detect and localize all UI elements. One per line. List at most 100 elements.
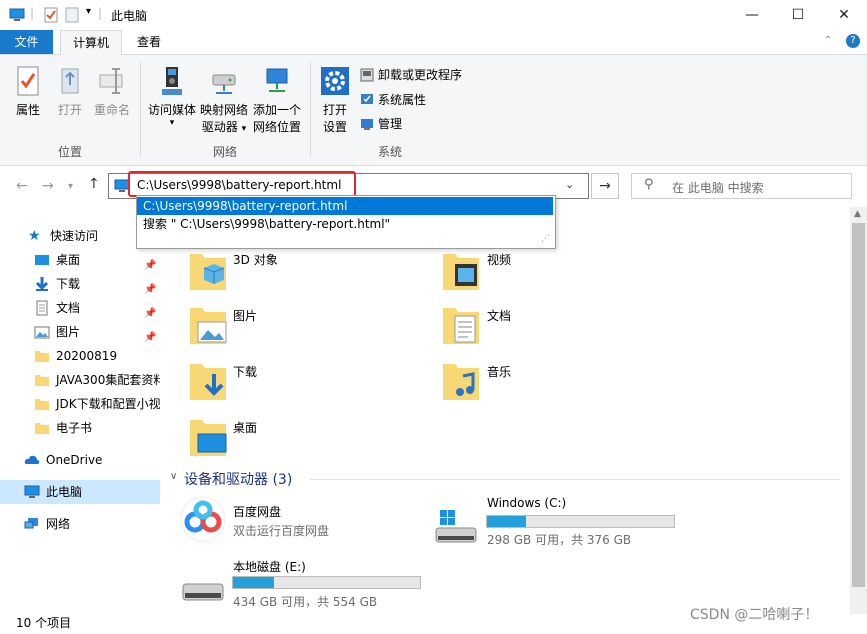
sidebar-label: 文档 <box>56 301 81 315</box>
resize-grip-icon[interactable]: ⋰ <box>541 234 550 244</box>
forward-arrow-icon[interactable]: → <box>42 178 54 194</box>
drive-c-usage-bar <box>486 515 675 528</box>
go-arrow-button[interactable]: → <box>591 173 619 199</box>
folder-label-music[interactable]: 音乐 <box>487 363 511 380</box>
baidu-netdisk-name[interactable]: 百度网盘 <box>233 503 281 520</box>
tab-computer[interactable]: 计算机 <box>60 30 123 56</box>
tab-view[interactable]: 查看 <box>125 30 173 54</box>
desktop-folder-icon[interactable] <box>188 416 228 458</box>
section-title-devices[interactable]: 设备和驱动器 (3) <box>184 469 292 489</box>
ribbon-body: 属性 打开 重命名 位置 访问媒体 ▾ 映射网络 驱动器 ▾ 添加一个 网络位置… <box>0 55 867 166</box>
manage-label: 管理 <box>378 117 403 131</box>
folder-label-desktop[interactable]: 桌面 <box>233 419 257 436</box>
scroll-up-icon[interactable]: ▲ <box>854 209 861 219</box>
ribbon-tabs: 文件 计算机 查看 ⌃ ? <box>0 30 867 56</box>
local-disk-icon[interactable] <box>180 570 226 606</box>
drive-c-name[interactable]: Windows (C:) <box>487 496 566 510</box>
new-folder-qa-icon[interactable] <box>64 7 80 23</box>
help-icon[interactable]: ? <box>846 34 860 48</box>
minimize-button[interactable]: — <box>729 0 775 30</box>
autocomplete-item-path[interactable]: C:\Users\9998\battery-report.html <box>137 197 553 215</box>
search-box[interactable]: ⚲ 在 此电脑 中搜索 <box>631 173 852 199</box>
folder-icon <box>35 351 49 362</box>
collapse-ribbon-icon[interactable]: ⌃ <box>824 35 832 46</box>
system-properties-label: 系统属性 <box>378 93 427 107</box>
sidebar-label: JAVA300集配套资料 <box>56 373 160 387</box>
drive-e-usage-bar <box>232 576 421 589</box>
system-properties-button[interactable]: 系统属性 <box>360 89 426 111</box>
maximize-button[interactable]: ☐ <box>775 0 821 30</box>
up-arrow-icon[interactable]: ↑ <box>88 176 100 192</box>
sidebar-item-pictures[interactable]: 图片 📌 <box>0 320 160 344</box>
folder-label-documents[interactable]: 文档 <box>487 307 511 324</box>
sidebar-item-downloads[interactable]: 下载 📌 <box>0 272 160 296</box>
open-settings-button[interactable]: 打开 设置 <box>316 65 354 136</box>
sidebar-label: 下载 <box>56 277 81 291</box>
manage-button[interactable]: 管理 <box>360 113 402 135</box>
map-drive-label-2: 驱动器 ▾ <box>198 119 250 138</box>
address-autocomplete-dropdown: C:\Users\9998\battery-report.html 搜索 " C… <box>136 195 556 249</box>
properties-qa-icon[interactable] <box>43 7 59 23</box>
windows-drive-icon[interactable] <box>434 506 478 546</box>
open-button[interactable]: 打开 <box>55 65 85 119</box>
add-network-location-button[interactable]: 添加一个 网络位置 <box>250 65 304 136</box>
rename-icon <box>99 68 123 94</box>
sidebar-item-folder-jdk[interactable]: JDK下载和配置小视 <box>0 392 160 416</box>
manage-icon <box>361 119 373 130</box>
sidebar-item-network[interactable]: 网络 <box>0 512 160 536</box>
map-network-drive-button[interactable]: 映射网络 驱动器 ▾ <box>198 65 250 138</box>
properties-label: 属性 <box>15 103 40 117</box>
sidebar-item-folder-ebooks[interactable]: 电子书 <box>0 416 160 440</box>
access-media-button[interactable]: 访问媒体 ▾ <box>144 65 200 128</box>
drive-e-name[interactable]: 本地磁盘 (E:) <box>233 558 306 575</box>
sidebar-item-desktop[interactable]: 桌面 📌 <box>0 248 160 272</box>
picture-icon <box>34 326 50 339</box>
access-media-dropdown-icon: ▾ <box>169 118 175 128</box>
documents-folder-icon[interactable] <box>441 304 481 346</box>
uninstall-label: 卸载或更改程序 <box>378 68 463 82</box>
navigation-pane: ★ 快速访问 桌面 📌 下载 📌 文档 📌 图片 📌 20200819 JAVA… <box>0 222 160 612</box>
recent-locations-chevron-icon[interactable]: ▾ <box>68 181 73 192</box>
sidebar-item-folder-java300[interactable]: JAVA300集配套资料 <box>0 368 160 392</box>
sidebar-label: 此电脑 <box>46 485 83 499</box>
folder-label-pictures[interactable]: 图片 <box>233 307 257 324</box>
tab-file[interactable]: 文件 <box>0 30 53 54</box>
sidebar-label: JDK下载和配置小视 <box>56 397 160 411</box>
baidu-netdisk-icon[interactable] <box>180 496 226 542</box>
sidebar-item-this-pc[interactable]: 此电脑 <box>0 480 160 504</box>
rename-button[interactable]: 重命名 <box>92 65 132 119</box>
downloads-folder-icon[interactable] <box>188 360 228 402</box>
sidebar-item-onedrive[interactable]: OneDrive <box>0 448 160 472</box>
back-arrow-icon[interactable]: ← <box>16 178 28 194</box>
pictures-folder-icon[interactable] <box>188 304 228 346</box>
search-input[interactable]: 在 此电脑 中搜索 <box>672 179 764 196</box>
close-button[interactable]: ✕ <box>821 0 867 30</box>
autocomplete-item-search[interactable]: 搜索 " C:\Users\9998\battery-report.html" <box>137 215 553 233</box>
sidebar-item-folder-20200819[interactable]: 20200819 <box>0 344 160 368</box>
music-folder-icon[interactable] <box>441 360 481 402</box>
scroll-thumb[interactable] <box>852 223 865 587</box>
uninstall-icon <box>360 68 374 82</box>
qa-dropdown-icon[interactable]: ▾ <box>86 6 91 17</box>
map-drive-icon <box>212 74 236 94</box>
uninstall-program-button[interactable]: 卸载或更改程序 <box>360 64 462 86</box>
folder-label-videos[interactable]: 视频 <box>487 251 511 268</box>
properties-button[interactable]: 属性 <box>10 65 46 119</box>
drive-e-space: 434 GB 可用，共 554 GB <box>233 595 378 609</box>
address-dropdown-chevron-icon[interactable]: ⌄ <box>565 178 574 191</box>
section-collapse-chevron-icon[interactable]: ∨ <box>170 471 177 482</box>
drive-e-usage-fill <box>233 577 275 588</box>
properties-icon <box>17 66 39 96</box>
vertical-scrollbar[interactable]: ▲ <box>850 207 867 614</box>
folder-label-3d-objects[interactable]: 3D 对象 <box>233 251 278 268</box>
sidebar-label: 图片 <box>56 325 81 339</box>
document-icon <box>36 300 48 316</box>
section-divider <box>310 479 840 480</box>
sidebar-item-documents[interactable]: 文档 📌 <box>0 296 160 320</box>
videos-folder-icon[interactable] <box>441 250 481 292</box>
folder-label-downloads[interactable]: 下载 <box>233 363 257 380</box>
add-network-location-icon <box>266 68 288 92</box>
file-explorer-window: | ▾ | 此电脑 — ☐ ✕ 文件 计算机 查看 ⌃ ? 属性 打开 重命名 … <box>0 0 867 634</box>
3d-objects-folder-icon[interactable] <box>188 250 228 292</box>
drive-c-usage-fill <box>487 516 527 527</box>
